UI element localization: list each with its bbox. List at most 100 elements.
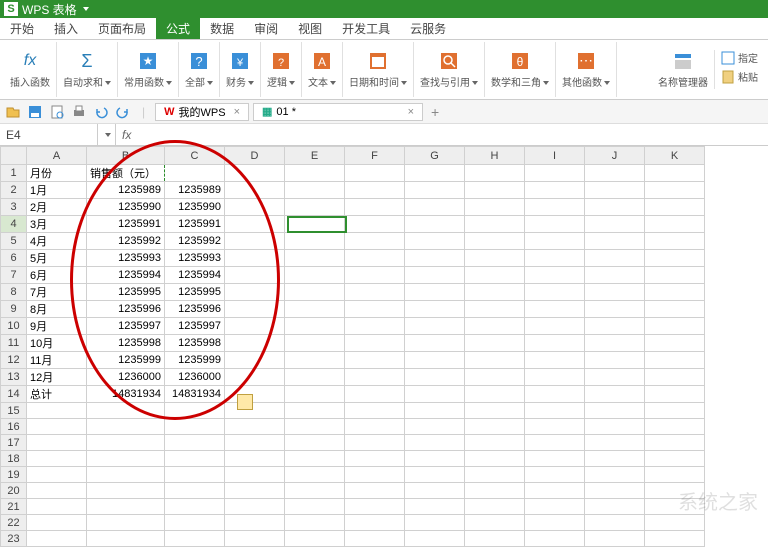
cell[interactable] (225, 165, 285, 182)
ribbon-lookup[interactable]: 查找与引用 (414, 42, 485, 97)
cell[interactable] (645, 233, 705, 250)
save-icon[interactable] (26, 103, 44, 121)
cell[interactable] (345, 419, 405, 435)
cell[interactable]: 1235989 (165, 182, 225, 199)
cell[interactable]: 1235990 (87, 199, 165, 216)
cell[interactable] (465, 419, 525, 435)
print-preview-icon[interactable] (48, 103, 66, 121)
cell[interactable] (165, 435, 225, 451)
cell[interactable] (405, 467, 465, 483)
cell[interactable] (645, 451, 705, 467)
ribbon-name-manager[interactable]: 名称管理器 (652, 50, 715, 89)
cell[interactable] (525, 435, 585, 451)
cell[interactable] (345, 386, 405, 403)
cell[interactable] (225, 318, 285, 335)
cell[interactable]: 1235994 (165, 267, 225, 284)
cell[interactable]: 总计 (27, 386, 87, 403)
cell[interactable] (405, 419, 465, 435)
cell[interactable] (225, 233, 285, 250)
cell[interactable] (345, 250, 405, 267)
col-header[interactable]: I (525, 147, 585, 165)
cell[interactable] (87, 531, 165, 547)
cell[interactable] (525, 267, 585, 284)
cell[interactable] (345, 499, 405, 515)
cell[interactable] (27, 531, 87, 547)
cell[interactable] (405, 284, 465, 301)
row-header[interactable]: 18 (1, 451, 27, 467)
cell[interactable] (645, 386, 705, 403)
add-tab-button[interactable]: + (431, 104, 439, 120)
cell[interactable] (465, 182, 525, 199)
cell[interactable]: 1235993 (165, 250, 225, 267)
cell[interactable] (465, 284, 525, 301)
cell[interactable] (285, 250, 345, 267)
cell[interactable] (87, 467, 165, 483)
tab-review[interactable]: 审阅 (244, 18, 288, 39)
col-header[interactable]: A (27, 147, 87, 165)
close-icon[interactable]: × (408, 106, 414, 118)
cell[interactable] (405, 435, 465, 451)
cell[interactable] (525, 467, 585, 483)
cell[interactable] (165, 515, 225, 531)
cell[interactable] (87, 499, 165, 515)
cell[interactable]: 1235993 (87, 250, 165, 267)
cell[interactable]: 11月 (27, 352, 87, 369)
cell[interactable] (525, 301, 585, 318)
cell[interactable] (225, 499, 285, 515)
cell[interactable] (645, 250, 705, 267)
cell[interactable] (585, 435, 645, 451)
col-header[interactable]: C (165, 147, 225, 165)
row-header[interactable]: 1 (1, 165, 27, 182)
cell[interactable]: 月份 (27, 165, 87, 182)
row-header[interactable]: 4 (1, 216, 27, 233)
cell[interactable] (285, 483, 345, 499)
tab-cloud[interactable]: 云服务 (400, 18, 456, 39)
col-header[interactable]: D (225, 147, 285, 165)
cell[interactable]: 1235989 (87, 182, 165, 199)
cell[interactable]: 2月 (27, 199, 87, 216)
cell[interactable]: 1月 (27, 182, 87, 199)
row-header[interactable]: 11 (1, 335, 27, 352)
cell[interactable] (285, 369, 345, 386)
cell[interactable] (645, 483, 705, 499)
cell[interactable] (87, 483, 165, 499)
cell[interactable] (645, 435, 705, 451)
cell[interactable] (645, 199, 705, 216)
cell[interactable]: 1235990 (165, 199, 225, 216)
cell[interactable] (525, 451, 585, 467)
cell[interactable] (225, 216, 285, 233)
cell[interactable]: 7月 (27, 284, 87, 301)
cell[interactable] (585, 451, 645, 467)
row-header[interactable]: 22 (1, 515, 27, 531)
cell[interactable] (345, 515, 405, 531)
cell[interactable] (405, 531, 465, 547)
cell[interactable] (165, 165, 225, 182)
cell[interactable] (405, 499, 465, 515)
cell[interactable] (87, 435, 165, 451)
cell[interactable] (465, 318, 525, 335)
cell[interactable] (285, 435, 345, 451)
row-header[interactable]: 23 (1, 531, 27, 547)
cell[interactable] (225, 403, 285, 419)
print-icon[interactable] (70, 103, 88, 121)
cell[interactable] (285, 301, 345, 318)
cell[interactable] (225, 451, 285, 467)
cell[interactable] (585, 352, 645, 369)
cell[interactable] (405, 250, 465, 267)
cell[interactable]: 1235991 (165, 216, 225, 233)
cell[interactable] (465, 352, 525, 369)
cell[interactable] (465, 301, 525, 318)
cell[interactable] (285, 233, 345, 250)
cell[interactable] (225, 301, 285, 318)
cell[interactable] (405, 515, 465, 531)
cell[interactable] (405, 199, 465, 216)
cell[interactable] (27, 419, 87, 435)
cell[interactable] (285, 467, 345, 483)
tab-view[interactable]: 视图 (288, 18, 332, 39)
cell[interactable] (585, 318, 645, 335)
cell[interactable] (285, 318, 345, 335)
cell[interactable] (225, 284, 285, 301)
cell[interactable] (345, 403, 405, 419)
row-header[interactable]: 17 (1, 435, 27, 451)
cell[interactable]: 1236000 (165, 369, 225, 386)
